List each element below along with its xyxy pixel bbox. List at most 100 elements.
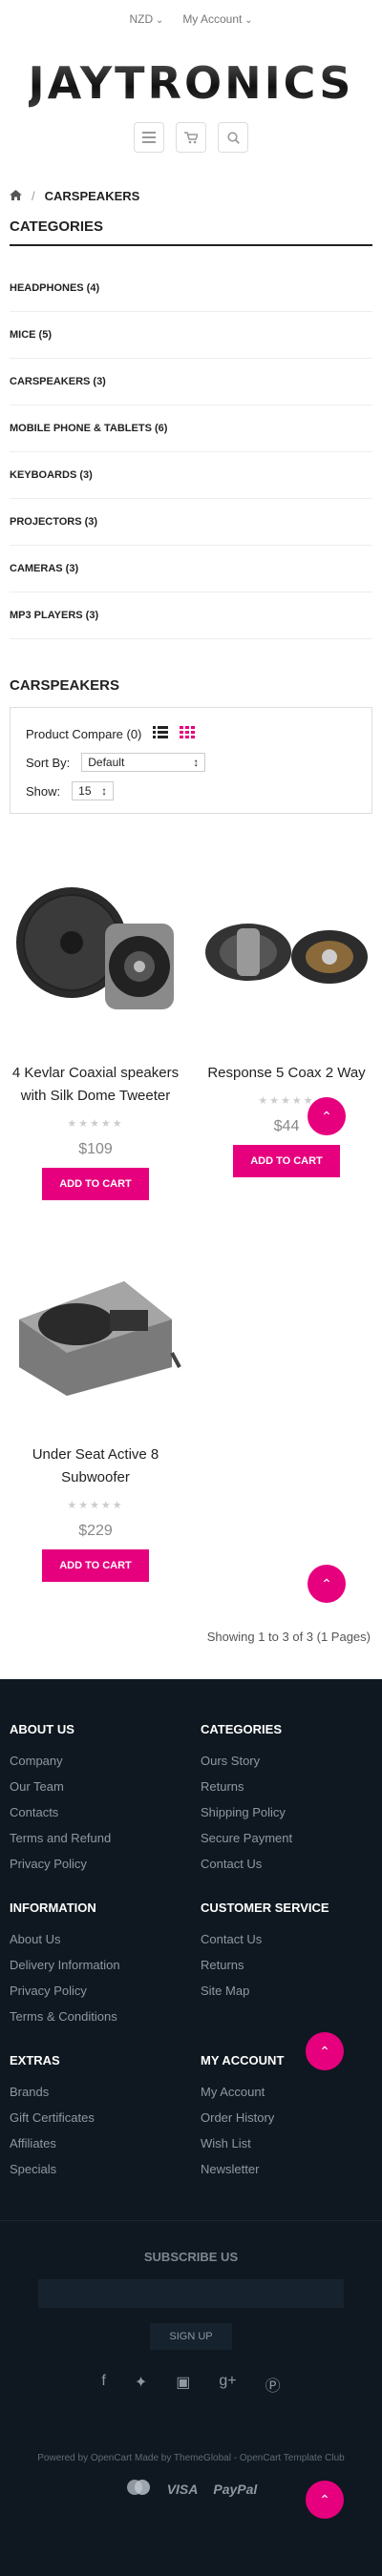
product-card: Under Seat Active 8 Subwoofer ★★★★★ $229… bbox=[0, 1243, 191, 1582]
product-card: Response 5 Coax 2 Way ★★★★★ $44 ADD TO C… bbox=[191, 862, 382, 1200]
currency-dropdown[interactable]: NZD bbox=[129, 12, 163, 26]
categories-title: CATEGORIES bbox=[10, 218, 104, 235]
sort-value: Default bbox=[88, 756, 125, 769]
footer-link[interactable]: Ours Story bbox=[201, 1748, 382, 1774]
sort-select[interactable]: Default ↕ bbox=[81, 753, 206, 772]
category-item[interactable]: MICE (5) bbox=[10, 312, 372, 359]
footer-link[interactable]: Contacts bbox=[10, 1799, 201, 1825]
footer-about: ABOUT US Company Our Team Contacts Terms… bbox=[10, 1722, 201, 1877]
product-image[interactable] bbox=[10, 1243, 181, 1424]
paypal-logo: PayPal bbox=[213, 2481, 258, 2497]
product-card: 4 Kevlar Coaxial speakers with Silk Dome… bbox=[0, 862, 191, 1200]
category-item[interactable]: KEYBOARDS (3) bbox=[10, 452, 372, 499]
my-account-dropdown[interactable]: My Account bbox=[182, 12, 252, 26]
add-to-cart-button[interactable]: ADD TO CART bbox=[42, 1168, 149, 1200]
scroll-top-button[interactable]: ⌃ bbox=[306, 2032, 344, 2070]
footer-link[interactable]: Delivery Information bbox=[10, 1952, 201, 1978]
add-to-cart-button[interactable]: ADD TO CART bbox=[42, 1549, 149, 1582]
rating-stars-icon: ★★★★★ bbox=[67, 1118, 124, 1130]
show-select[interactable]: 15 ↕ bbox=[72, 781, 115, 800]
chevron-up-icon: ⌃ bbox=[321, 1108, 332, 1124]
category-item[interactable]: CAMERAS (3) bbox=[10, 546, 372, 592]
product-name[interactable]: Response 5 Coax 2 Way bbox=[201, 1062, 372, 1085]
footer-service-title: CUSTOMER SERVICE bbox=[201, 1901, 329, 1915]
subscribe-section: SUBSCRIBE US SIGN UP f ✦ ▣ g+ Ⓟ bbox=[0, 2220, 382, 2396]
category-item[interactable]: HEADPHONES (4) bbox=[10, 265, 372, 312]
categories-list: HEADPHONES (4) MICE (5) CARSPEAKERS (3) … bbox=[0, 265, 382, 639]
footer-link[interactable]: Terms and Refund bbox=[10, 1825, 201, 1851]
rating-stars-icon: ★★★★★ bbox=[67, 1500, 124, 1511]
breadcrumb-separator: / bbox=[32, 189, 35, 203]
top-bar: NZD My Account bbox=[0, 0, 382, 38]
footer-link[interactable]: Privacy Policy bbox=[10, 1851, 201, 1877]
footer-categories: CATEGORIES Ours Story Returns Shipping P… bbox=[201, 1722, 382, 1877]
footer-link[interactable]: Terms & Conditions bbox=[10, 2004, 201, 2029]
footer-information-title: INFORMATION bbox=[10, 1901, 96, 1915]
category-item[interactable]: MOBILE PHONE & TABLETS (6) bbox=[10, 405, 372, 452]
show-value: 15 bbox=[78, 784, 92, 798]
subscribe-email-input[interactable] bbox=[38, 2279, 344, 2308]
product-grid: 4 Kevlar Coaxial speakers with Silk Dome… bbox=[0, 862, 382, 1625]
sign-up-button[interactable]: SIGN UP bbox=[150, 2323, 232, 2350]
footer-link[interactable]: Returns bbox=[201, 1774, 382, 1799]
scroll-top-button[interactable]: ⌃ bbox=[308, 1565, 346, 1603]
footer-link[interactable]: Privacy Policy bbox=[10, 1978, 201, 2004]
select-arrows-icon: ↕ bbox=[193, 756, 200, 769]
footer-link[interactable]: Shipping Policy bbox=[201, 1799, 382, 1825]
footer-about-title: ABOUT US bbox=[10, 1722, 74, 1736]
footer-link[interactable]: Contact Us bbox=[201, 1926, 382, 1952]
footer-link[interactable]: About Us bbox=[10, 1926, 201, 1952]
footer-link[interactable]: Our Team bbox=[10, 1774, 201, 1799]
footer-link[interactable]: My Account bbox=[201, 2079, 382, 2105]
instagram-icon[interactable]: ▣ bbox=[176, 2373, 190, 2396]
twitter-icon[interactable]: ✦ bbox=[135, 2373, 147, 2396]
product-image[interactable] bbox=[201, 862, 372, 1043]
menu-icon[interactable] bbox=[134, 122, 164, 153]
home-icon[interactable] bbox=[10, 189, 22, 203]
product-name[interactable]: Under Seat Active 8 Subwoofer bbox=[10, 1444, 181, 1489]
facebook-icon[interactable]: f bbox=[101, 2373, 105, 2396]
footer-link[interactable]: Order History bbox=[201, 2105, 382, 2130]
product-compare-link[interactable]: Product Compare (0) bbox=[26, 727, 141, 741]
footer-link[interactable]: Company bbox=[10, 1748, 201, 1774]
category-item[interactable]: CARSPEAKERS (3) bbox=[10, 359, 372, 405]
google-plus-icon[interactable]: g+ bbox=[219, 2373, 236, 2396]
product-price: $44 bbox=[273, 1118, 300, 1134]
footer-link[interactable]: Contact Us bbox=[201, 1851, 382, 1877]
list-view-icon[interactable] bbox=[153, 726, 169, 741]
logo[interactable]: JAYTRONICS bbox=[0, 57, 382, 111]
footer-link[interactable]: Returns bbox=[201, 1952, 382, 1978]
footer-link[interactable]: Gift Certificates bbox=[10, 2105, 201, 2130]
categories-divider bbox=[10, 244, 372, 246]
footer-link[interactable]: Wish List bbox=[201, 2130, 382, 2156]
grid-view-icon[interactable] bbox=[180, 726, 196, 741]
footer-link[interactable]: Affiliates bbox=[10, 2130, 201, 2156]
scroll-top-button[interactable]: ⌃ bbox=[308, 1097, 346, 1135]
add-to-cart-button[interactable]: ADD TO CART bbox=[233, 1145, 340, 1177]
footer-link[interactable]: Specials bbox=[10, 2156, 201, 2182]
scroll-top-button[interactable]: ⌃ bbox=[306, 2481, 344, 2519]
footer-link[interactable]: Secure Payment bbox=[201, 1825, 382, 1851]
rating-stars-icon: ★★★★★ bbox=[258, 1095, 315, 1107]
footer-information: INFORMATION About Us Delivery Informatio… bbox=[10, 1901, 201, 2029]
category-item[interactable]: MP3 PLAYERS (3) bbox=[10, 592, 372, 639]
footer-extras: EXTRAS Brands Gift Certificates Affiliat… bbox=[10, 2053, 201, 2182]
social-links: f ✦ ▣ g+ Ⓟ bbox=[0, 2373, 382, 2396]
select-arrows-icon: ↕ bbox=[101, 784, 108, 798]
search-icon[interactable] bbox=[218, 122, 248, 153]
cart-icon[interactable] bbox=[176, 122, 206, 153]
logo-text: JAYTRONICS bbox=[28, 57, 354, 109]
product-image[interactable] bbox=[10, 862, 181, 1043]
product-name[interactable]: 4 Kevlar Coaxial speakers with Silk Dome… bbox=[10, 1062, 181, 1108]
footer-link[interactable]: Brands bbox=[10, 2079, 201, 2105]
chevron-up-icon: ⌃ bbox=[319, 2491, 330, 2507]
listing-toolbar: Product Compare (0) Sort By: Default ↕ S… bbox=[10, 707, 372, 814]
pagination-summary: Showing 1 to 3 of 3 (1 Pages) bbox=[206, 1630, 371, 1644]
footer-link[interactable]: Newsletter bbox=[201, 2156, 382, 2182]
footer: ABOUT US Company Our Team Contacts Terms… bbox=[0, 1679, 382, 2576]
footer-link[interactable]: Site Map bbox=[201, 1978, 382, 2004]
category-item[interactable]: PROJECTORS (3) bbox=[10, 499, 372, 546]
pinterest-icon[interactable]: Ⓟ bbox=[265, 2373, 281, 2396]
breadcrumb-current[interactable]: CARSPEAKERS bbox=[45, 189, 140, 203]
chevron-up-icon: ⌃ bbox=[321, 1575, 332, 1591]
